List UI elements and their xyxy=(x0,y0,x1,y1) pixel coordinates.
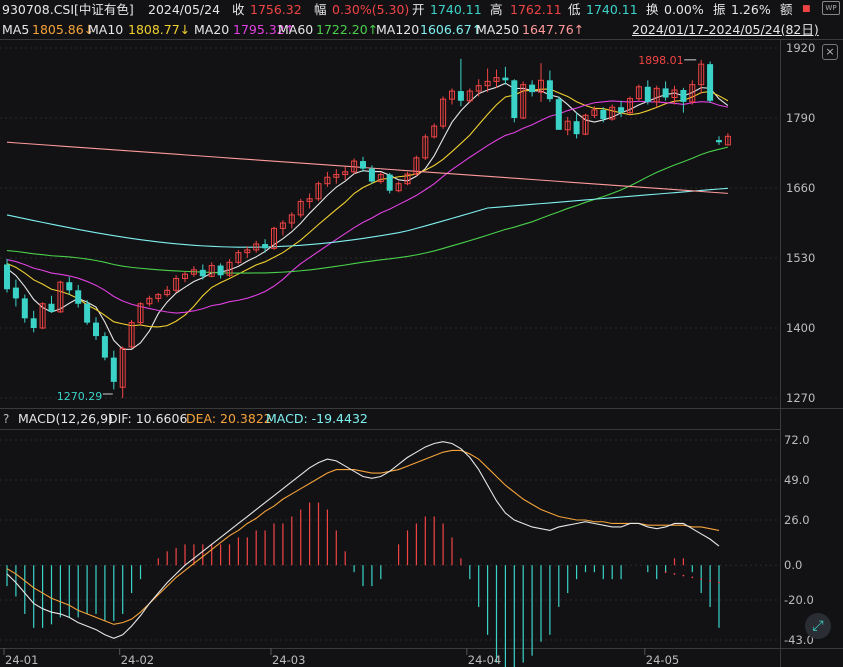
candle-body xyxy=(66,282,73,291)
macd-tick-label: 0.0 xyxy=(784,558,802,572)
candle-body xyxy=(360,161,366,169)
macd-tick-label: 72.0 xyxy=(784,433,810,447)
candle-body xyxy=(217,265,224,276)
macd-dot xyxy=(700,578,703,581)
candle-body xyxy=(199,269,206,277)
x-tick-label: 24-02 xyxy=(121,653,154,667)
macd-dot xyxy=(673,573,676,575)
candle-body xyxy=(529,84,536,93)
candle-body xyxy=(386,174,393,191)
x-tick-label: 24-03 xyxy=(272,653,305,667)
macd-dot xyxy=(709,579,711,582)
ma10-line xyxy=(6,88,729,328)
price-tick-label: 1270 xyxy=(786,391,815,405)
candle-body xyxy=(457,91,464,101)
macd-dot xyxy=(691,576,694,579)
low-annotation: 1270.29 xyxy=(57,390,103,403)
macd-dot xyxy=(718,581,720,584)
ma20-line xyxy=(6,100,729,314)
x-tick-label: 24-01 xyxy=(5,653,38,667)
candle-body xyxy=(555,99,562,130)
candle-body xyxy=(707,64,714,101)
candle-body xyxy=(546,80,553,100)
x-tick-label: 24-04 xyxy=(468,653,501,667)
expand-icon[interactable]: ⤢ xyxy=(805,613,831,639)
high-annotation: 1898.01 xyxy=(638,54,684,67)
macd-tick-label: 49.0 xyxy=(784,473,810,487)
macd-dot xyxy=(664,571,667,574)
ma120-line xyxy=(6,187,728,248)
price-tick-label: 1530 xyxy=(786,251,815,265)
ma60-line xyxy=(6,146,729,274)
candle-body xyxy=(262,244,269,249)
candle-body xyxy=(101,336,108,358)
candle-body xyxy=(84,303,91,323)
macd-tick-label: -20.0 xyxy=(784,593,814,607)
candle-body xyxy=(662,88,669,98)
candle-body xyxy=(21,298,28,319)
candle-body xyxy=(93,322,99,337)
candle-body xyxy=(4,264,10,290)
candle-body xyxy=(618,107,625,113)
x-tick-label: 24-05 xyxy=(646,653,679,667)
candle-body xyxy=(502,77,509,81)
candle-body xyxy=(368,168,375,182)
candle-body xyxy=(680,90,687,102)
price-tick-label: 1790 xyxy=(786,111,815,125)
candle-body xyxy=(716,140,722,143)
price-tick-label: 1920 xyxy=(786,41,815,55)
candle-body xyxy=(511,80,518,118)
candle-body xyxy=(75,290,82,304)
ma5-line xyxy=(6,82,729,350)
price-chart[interactable]: 1920 1790 1660 1530 1400 1270 1898.01 1270.29 7… xyxy=(0,0,843,667)
macd-dot xyxy=(682,574,685,577)
candle-body xyxy=(644,86,651,102)
candle-body xyxy=(573,121,580,135)
candle-body xyxy=(12,287,19,299)
price-tick-label: 1400 xyxy=(786,321,815,335)
candle-body xyxy=(30,318,37,328)
macd-tick-label: 26.0 xyxy=(784,513,810,527)
price-tick-label: 1660 xyxy=(786,181,815,195)
candle-body xyxy=(48,303,55,312)
candle-body xyxy=(600,109,607,120)
candle-body xyxy=(110,357,117,382)
